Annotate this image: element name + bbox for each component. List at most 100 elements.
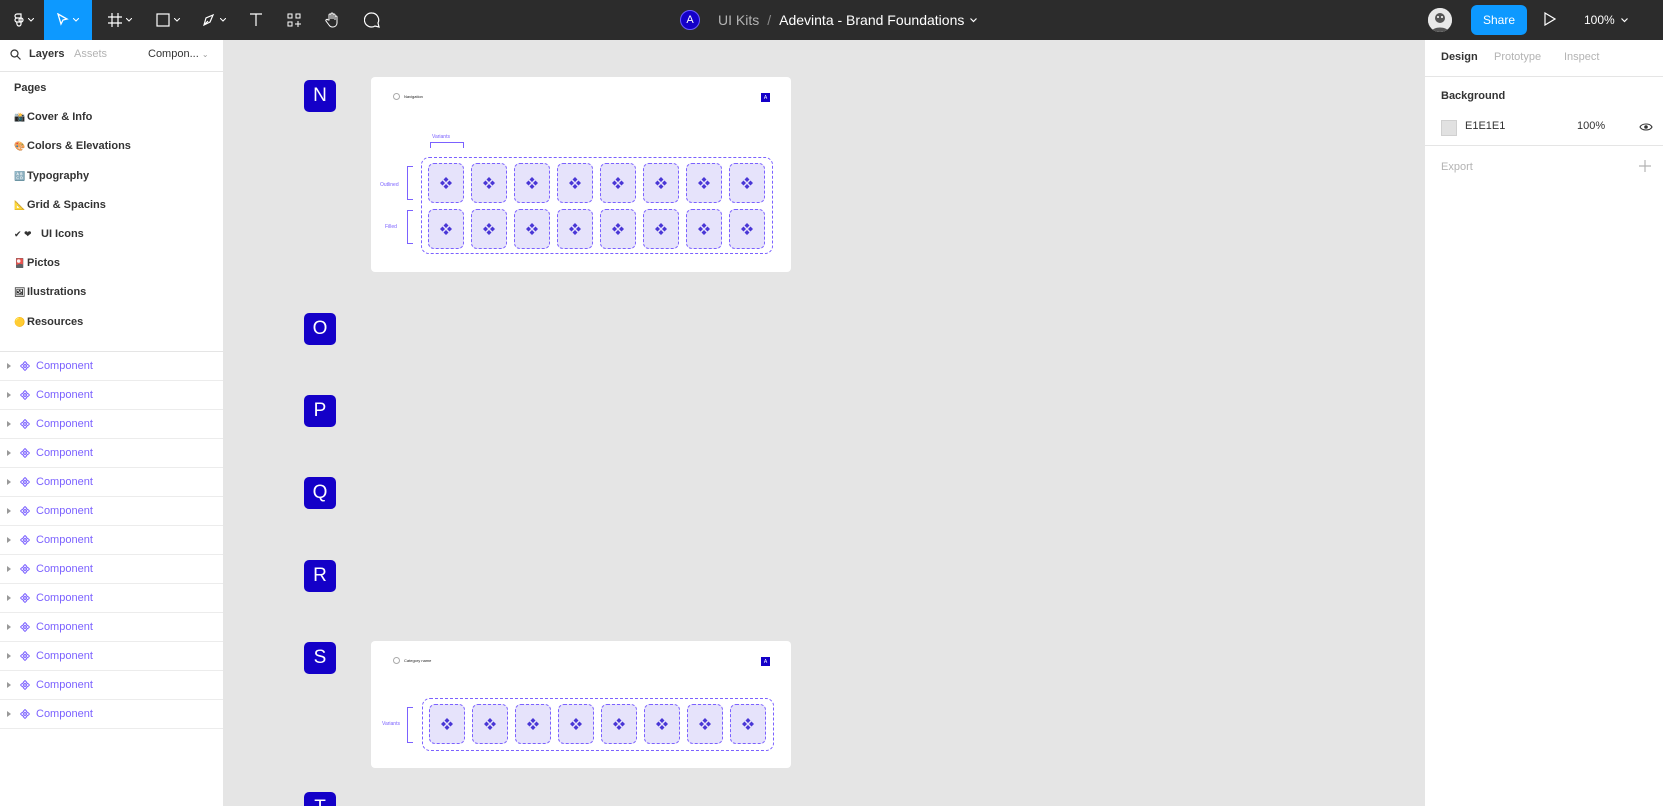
component-variant[interactable] <box>558 704 594 744</box>
tab-inspect[interactable]: Inspect <box>1564 51 1599 63</box>
tab-design[interactable]: Design <box>1441 51 1478 63</box>
layer-row[interactable]: Component <box>0 555 223 584</box>
component-variant[interactable] <box>429 704 465 744</box>
tab-prototype[interactable]: Prototype <box>1494 51 1541 63</box>
component-variant[interactable] <box>472 704 508 744</box>
user-avatar[interactable] <box>1428 8 1452 32</box>
present-play-icon[interactable] <box>1544 12 1556 26</box>
section-letter-s[interactable]: S <box>304 642 336 674</box>
component-variant[interactable] <box>471 163 507 203</box>
background-hex-input[interactable]: E1E1E1 <box>1465 120 1505 132</box>
layer-row[interactable]: Component <box>0 381 223 410</box>
component-variant[interactable] <box>730 704 766 744</box>
expand-caret-icon[interactable] <box>7 363 11 369</box>
file-name[interactable]: Adevinta - Brand Foundations <box>779 12 964 28</box>
component-variant[interactable] <box>471 209 507 249</box>
expand-caret-icon[interactable] <box>7 682 11 688</box>
page-item[interactable]: 🔠 Typography <box>14 168 89 184</box>
layer-row[interactable]: Component <box>0 410 223 439</box>
section-letter-o[interactable]: O <box>304 313 336 345</box>
component-variant[interactable] <box>557 209 593 249</box>
share-button[interactable]: Share <box>1471 5 1527 35</box>
tab-assets[interactable]: Assets <box>74 48 107 60</box>
layer-row[interactable]: Component <box>0 642 223 671</box>
layer-row[interactable]: Component <box>0 700 223 729</box>
component-variant[interactable] <box>600 163 636 203</box>
section-letter-r[interactable]: R <box>304 560 336 592</box>
layer-row[interactable]: Component <box>0 352 223 381</box>
component-variant[interactable] <box>643 209 679 249</box>
component-variant[interactable] <box>557 163 593 203</box>
section-letter-t[interactable]: T <box>304 792 336 806</box>
hand-tool-icon[interactable] <box>320 0 344 40</box>
section-letter-q[interactable]: Q <box>304 477 336 509</box>
component-set[interactable] <box>421 157 773 254</box>
component-variant[interactable] <box>428 209 464 249</box>
page-select[interactable]: Compon... ⌄ <box>148 48 209 60</box>
expand-caret-icon[interactable] <box>7 653 11 659</box>
component-set[interactable] <box>422 698 774 751</box>
component-variant[interactable] <box>600 209 636 249</box>
component-variant[interactable] <box>729 209 765 249</box>
layer-row[interactable]: Component <box>0 671 223 700</box>
expand-caret-icon[interactable] <box>7 595 11 601</box>
page-item[interactable]: 📸 Cover & Info <box>14 109 92 125</box>
expand-caret-icon[interactable] <box>7 392 11 398</box>
page-item[interactable]: 🖼 Ilustrations <box>14 284 86 300</box>
expand-caret-icon[interactable] <box>7 508 11 514</box>
frame-tool-icon[interactable] <box>102 0 138 40</box>
page-item[interactable]: 📐 Grid & Spacins <box>14 197 106 213</box>
section-letter-p[interactable]: P <box>304 395 336 427</box>
page-item[interactable]: 🟡 Resources <box>14 314 83 330</box>
layer-row[interactable]: Component <box>0 468 223 497</box>
component-variant[interactable] <box>686 163 722 203</box>
layer-row[interactable]: Component <box>0 526 223 555</box>
resources-icon[interactable] <box>282 0 306 40</box>
background-swatch[interactable] <box>1441 120 1457 136</box>
expand-caret-icon[interactable] <box>7 711 11 717</box>
component-icon <box>20 419 30 429</box>
expand-caret-icon[interactable] <box>7 421 11 427</box>
layer-row[interactable]: Component <box>0 439 223 468</box>
layer-row[interactable]: Component <box>0 584 223 613</box>
figma-menu-icon[interactable] <box>8 0 40 40</box>
eye-icon[interactable] <box>1639 122 1653 132</box>
tab-layers[interactable]: Layers <box>29 48 64 60</box>
canvas[interactable]: N O P Q R S T Navigation A Variants Outl… <box>224 40 1424 806</box>
layer-row[interactable]: Component <box>0 497 223 526</box>
component-variant[interactable] <box>729 163 765 203</box>
component-variant[interactable] <box>687 704 723 744</box>
component-variant[interactable] <box>644 704 680 744</box>
plus-icon[interactable] <box>1639 160 1651 172</box>
component-variant[interactable] <box>514 163 550 203</box>
component-variant[interactable] <box>428 163 464 203</box>
section-letter-n[interactable]: N <box>304 80 336 112</box>
comment-icon[interactable] <box>360 0 384 40</box>
move-tool-icon[interactable] <box>44 0 92 40</box>
page-item[interactable]: 🎴 Pictos <box>14 255 60 271</box>
team-avatar[interactable]: A <box>680 10 700 30</box>
expand-caret-icon[interactable] <box>7 537 11 543</box>
pen-tool-icon[interactable] <box>196 0 232 40</box>
component-variant[interactable] <box>643 163 679 203</box>
expand-caret-icon[interactable] <box>7 566 11 572</box>
shape-tool-icon[interactable] <box>150 0 186 40</box>
component-variant[interactable] <box>515 704 551 744</box>
expand-caret-icon[interactable] <box>7 450 11 456</box>
chevron-down-icon[interactable] <box>970 17 978 23</box>
text-tool-icon[interactable] <box>244 0 268 40</box>
background-opacity-input[interactable]: 100% <box>1577 120 1605 132</box>
search-icon[interactable] <box>10 49 21 60</box>
expand-caret-icon[interactable] <box>7 624 11 630</box>
icon-frame-category[interactable]: Category name A Variants <box>371 641 791 768</box>
expand-caret-icon[interactable] <box>7 479 11 485</box>
project-name[interactable]: UI Kits <box>718 12 759 28</box>
component-variant[interactable] <box>686 209 722 249</box>
component-variant[interactable] <box>514 209 550 249</box>
component-variant[interactable] <box>601 704 637 744</box>
layer-row[interactable]: Component <box>0 613 223 642</box>
icon-frame-navigation[interactable]: Navigation A Variants Outlined Filled <box>371 77 791 272</box>
zoom-menu[interactable]: 100% <box>1584 0 1628 40</box>
page-item[interactable]: ✔ ❤ UI Icons <box>14 226 84 242</box>
page-item[interactable]: 🎨 Colors & Elevations <box>14 138 131 154</box>
